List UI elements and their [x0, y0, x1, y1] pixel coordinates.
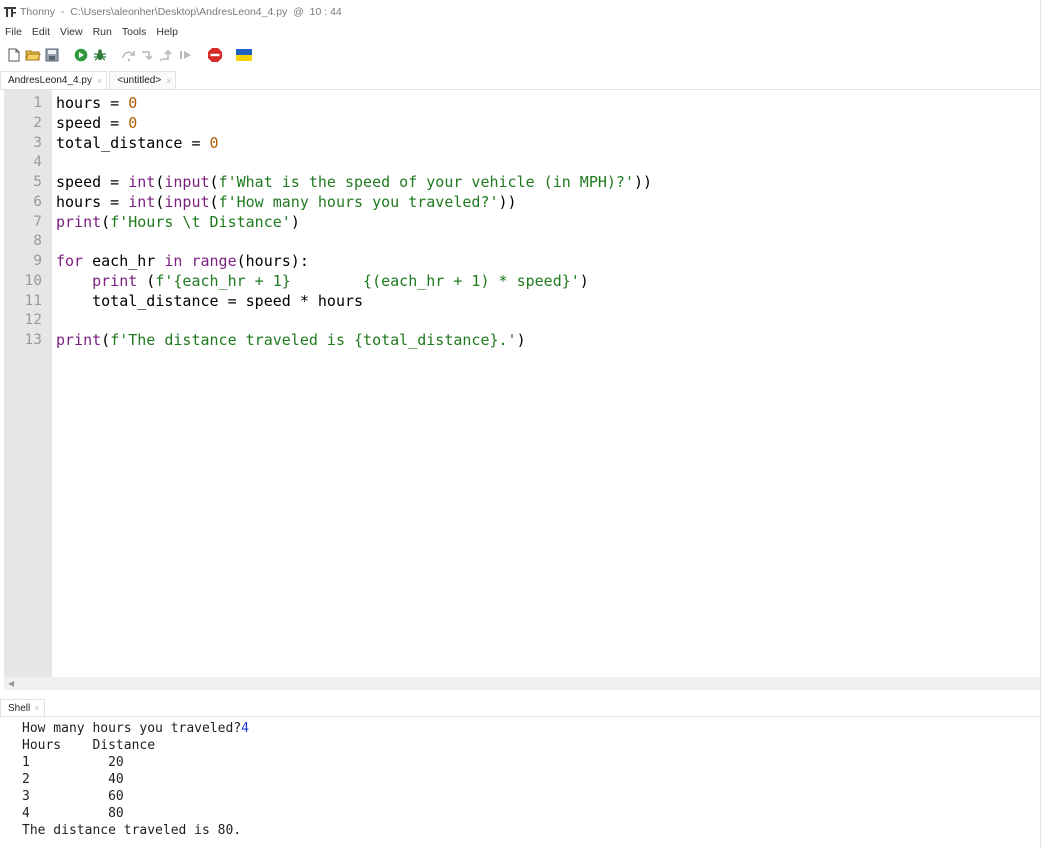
- title-bar: Thonny - C:\Users\aleonher\Desktop\Andre…: [0, 0, 1041, 25]
- line-number: 8: [33, 233, 42, 250]
- line-number: 1: [33, 95, 42, 111]
- code-line[interactable]: total_distance = speed * hours: [56, 292, 652, 312]
- shell-result: The distance traveled is 80.: [22, 823, 242, 838]
- menu-tools[interactable]: Tools: [117, 26, 152, 38]
- shell-header: Hours Distance: [22, 738, 156, 753]
- line-number: 11: [24, 292, 42, 309]
- code-line[interactable]: hours = 0: [56, 94, 652, 114]
- line-number: 5: [33, 174, 42, 190]
- step-into-icon[interactable]: [140, 47, 156, 63]
- code-line[interactable]: for each_hr in range(hours):: [56, 252, 652, 272]
- line-number: 6: [33, 193, 42, 210]
- line-number: 9: [33, 253, 42, 269]
- debug-icon[interactable]: [92, 47, 108, 63]
- shell-tabs: Shell ×: [0, 699, 1041, 717]
- code-line[interactable]: hours = int(input(f'How many hours you t…: [56, 193, 652, 213]
- menu-run[interactable]: Run: [88, 26, 117, 38]
- menu-bar: File Edit View Run Tools Help: [0, 24, 1041, 40]
- code-line[interactable]: [56, 311, 652, 331]
- line-number: 2: [33, 114, 42, 131]
- toolbar: [0, 42, 1041, 68]
- resume-icon[interactable]: [178, 47, 194, 63]
- shell-row: 1 20: [22, 755, 124, 770]
- tab-untitled[interactable]: <untitled> ×: [109, 71, 177, 89]
- code-text[interactable]: hours = 0 speed = 0 total_distance = 0 spe…: [56, 94, 652, 351]
- open-file-icon[interactable]: [25, 47, 41, 63]
- stop-icon[interactable]: [207, 47, 223, 63]
- shell-prompt: How many hours you traveled?: [22, 721, 242, 736]
- tab-andresleon4-4[interactable]: AndresLeon4_4.py ×: [0, 71, 108, 89]
- line-number: 4: [33, 154, 42, 171]
- step-out-icon[interactable]: [159, 47, 175, 63]
- shell-console[interactable]: How many hours you traveled?4 Hours Dist…: [4, 717, 1041, 848]
- close-icon[interactable]: ×: [97, 76, 102, 86]
- new-file-icon[interactable]: [6, 47, 22, 63]
- tab-label: AndresLeon4_4.py: [8, 75, 92, 86]
- code-line[interactable]: [56, 153, 652, 173]
- tab-shell[interactable]: Shell ×: [0, 699, 45, 716]
- window-title: Thonny - C:\Users\aleonher\Desktop\Andre…: [20, 6, 342, 18]
- run-icon[interactable]: [73, 47, 89, 63]
- line-number: 3: [33, 134, 42, 151]
- close-icon[interactable]: ×: [34, 703, 39, 713]
- line-number: 7: [33, 213, 42, 230]
- shell-row: 2 40: [22, 772, 124, 787]
- code-line[interactable]: print (f'{each_hr + 1} {(each_hr + 1) * …: [56, 272, 652, 292]
- shell-row: 3 60: [22, 789, 124, 804]
- code-line[interactable]: print(f'The distance traveled is {total_…: [56, 331, 652, 351]
- line-number: 12: [24, 312, 42, 329]
- editor-horizontal-scrollbar[interactable]: ◀: [4, 677, 1041, 690]
- line-number: 13: [24, 332, 42, 348]
- code-line[interactable]: speed = 0: [56, 114, 652, 134]
- line-number-gutter: 1 2 3 4 5 6 7 8 9 10 11 12 13: [4, 90, 52, 677]
- thonny-logo-icon: [4, 6, 16, 18]
- editor-tabs: AndresLeon4_4.py × <untitled> ×: [0, 71, 1041, 90]
- code-editor[interactable]: 1 2 3 4 5 6 7 8 9 10 11 12 13 hours = 0s…: [4, 90, 1041, 677]
- tab-label: <untitled>: [117, 75, 162, 86]
- code-line[interactable]: [56, 232, 652, 252]
- menu-view[interactable]: View: [55, 26, 88, 38]
- menu-file[interactable]: File: [0, 26, 27, 38]
- scroll-left-icon[interactable]: ◀: [8, 679, 14, 688]
- code-line[interactable]: speed = int(input(f'What is the speed of…: [56, 173, 652, 193]
- step-over-icon[interactable]: [121, 47, 137, 63]
- ukraine-flag-icon: [236, 47, 252, 63]
- tab-label: Shell: [8, 702, 31, 714]
- shell-row: 4 80: [22, 806, 124, 821]
- menu-help[interactable]: Help: [151, 26, 183, 38]
- shell-user-input: 4: [241, 721, 249, 736]
- close-icon[interactable]: ×: [166, 76, 171, 86]
- save-icon[interactable]: [44, 47, 60, 63]
- code-line[interactable]: total_distance = 0: [56, 134, 652, 154]
- menu-edit[interactable]: Edit: [27, 26, 55, 38]
- line-number: 10: [24, 272, 42, 289]
- code-line[interactable]: print(f'Hours \t Distance'): [56, 213, 652, 233]
- shell-output: How many hours you traveled?4 Hours Dist…: [22, 720, 249, 839]
